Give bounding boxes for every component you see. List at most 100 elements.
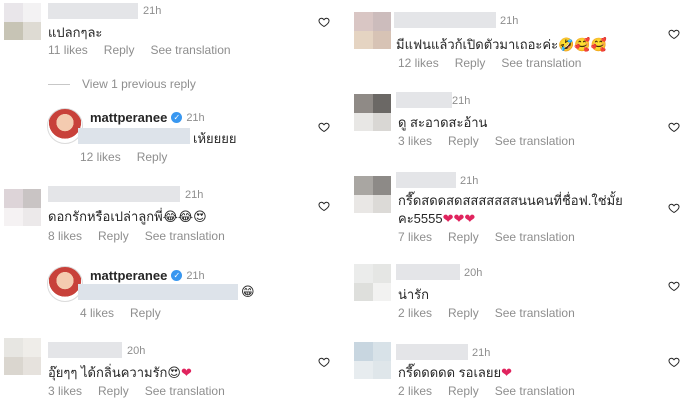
username-blurred[interactable]: [396, 344, 468, 360]
heart-outline-icon[interactable]: [318, 356, 330, 368]
heart-outline-icon[interactable]: [318, 16, 330, 28]
reply-button[interactable]: Reply: [455, 56, 486, 70]
comment-item: 21h มีแฟนแล้วก้เปิดตัวมาเถอะค่ะ🤣🥰🥰 12 li…: [352, 10, 700, 72]
reply-actions: 12 likes Reply: [80, 150, 167, 164]
reply-button[interactable]: Reply: [98, 384, 129, 398]
verified-badge-icon: ✓: [171, 112, 183, 123]
avatar[interactable]: [4, 3, 41, 40]
username-blurred[interactable]: [396, 172, 456, 188]
comment-text: คะ5555❤❤❤: [398, 208, 475, 229]
comment-actions: 2 likes Reply See translation: [398, 306, 575, 320]
heart-outline-icon[interactable]: [668, 280, 680, 292]
comment-time: 21h: [143, 5, 162, 17]
comment-text-line2: คะ5555: [398, 211, 443, 226]
left-comment-column: 21h แปลกๆละ 11 likes Reply See translati…: [0, 0, 345, 402]
username-blurred[interactable]: [394, 12, 496, 28]
avatar[interactable]: [354, 94, 391, 131]
comment-text: แปลกๆละ: [48, 25, 103, 40]
see-translation-link[interactable]: See translation: [501, 56, 581, 70]
verified-badge-icon: ✓: [171, 270, 183, 281]
reply-button[interactable]: Reply: [448, 134, 479, 148]
red-heart-emoji: ❤: [180, 365, 192, 380]
heart-outline-icon[interactable]: [318, 121, 330, 133]
see-translation-link[interactable]: See translation: [145, 384, 225, 398]
reply-text: เห้ยยยย: [193, 131, 237, 146]
reply-time: 21h: [186, 269, 205, 282]
see-translation-link[interactable]: See translation: [145, 229, 225, 243]
likes-count[interactable]: 8 likes: [48, 229, 82, 243]
reply-item: mattperanee ✓ 21h เห้ยยยย 12 likes Reply: [0, 108, 345, 168]
mention-blurred[interactable]: [78, 128, 190, 144]
comment-text: มีแฟนแล้วก้เปิดตัวมาเถอะค่ะ🤣🥰🥰: [396, 37, 607, 52]
comment-text: น่ารัก: [398, 287, 430, 302]
username[interactable]: mattperanee: [90, 110, 167, 125]
reply-button[interactable]: Reply: [104, 43, 135, 57]
username-blurred[interactable]: [396, 264, 460, 280]
see-translation-link[interactable]: See translation: [495, 384, 575, 398]
comment-actions: 7 likes Reply See translation: [398, 230, 575, 244]
likes-count[interactable]: 11 likes: [48, 43, 88, 57]
see-translation-link[interactable]: See translation: [495, 230, 575, 244]
likes-count[interactable]: 2 likes: [398, 306, 432, 320]
comment-item: 21h แปลกๆละ 11 likes Reply See translati…: [0, 0, 345, 60]
comment-text: กรี๊ดดดดด รอเลยย❤: [398, 362, 512, 383]
comment-text: ดอกรักหรือเปล่าลูกพี่😂😂😍: [48, 209, 207, 224]
comment-actions: 8 likes Reply See translation: [48, 229, 225, 243]
heart-outline-icon[interactable]: [668, 356, 680, 368]
see-translation-link[interactable]: See translation: [495, 134, 575, 148]
avatar[interactable]: [354, 264, 391, 301]
comment-actions: 3 likes Reply See translation: [48, 384, 225, 398]
comment-time: 20h: [464, 267, 483, 279]
likes-count[interactable]: 12 likes: [398, 56, 439, 70]
comment-item: 21h ดอกรักหรือเปล่าลูกพี่😂😂😍 8 likes Rep…: [0, 186, 345, 246]
avatar[interactable]: [354, 176, 391, 213]
likes-count[interactable]: 7 likes: [398, 230, 432, 244]
right-comment-column: 21h มีแฟนแล้วก้เปิดตัวมาเถอะค่ะ🤣🥰🥰 12 li…: [352, 0, 700, 402]
avatar[interactable]: [4, 189, 41, 226]
reply-username[interactable]: mattperanee ✓ 21h: [90, 110, 205, 125]
reply-button[interactable]: Reply: [130, 306, 161, 320]
reply-button[interactable]: Reply: [98, 229, 129, 243]
red-heart-emoji: ❤❤❤: [442, 211, 476, 226]
username-blurred[interactable]: [48, 3, 138, 19]
heart-outline-icon[interactable]: [668, 202, 680, 214]
reply-button[interactable]: Reply: [137, 150, 168, 164]
avatar[interactable]: [4, 338, 41, 375]
view-previous-replies[interactable]: View 1 previous reply: [48, 77, 196, 91]
username[interactable]: mattperanee: [90, 268, 167, 283]
reply-time: 21h: [186, 111, 205, 124]
red-heart-emoji: ❤: [501, 365, 513, 380]
mention-blurred[interactable]: [78, 284, 238, 300]
reply-text: 😁: [241, 284, 255, 299]
comment-actions: 3 likes Reply See translation: [398, 134, 575, 148]
reply-actions: 4 likes Reply: [80, 306, 161, 320]
see-translation-link[interactable]: See translation: [495, 306, 575, 320]
heart-outline-icon[interactable]: [668, 121, 680, 133]
comment-actions: 12 likes Reply See translation: [398, 56, 581, 70]
comment-item: 20h น่ารัก 2 likes Reply See translation: [352, 264, 700, 324]
comment-text-content: กรี๊ดดดดด รอเลยย: [398, 365, 502, 380]
reply-item: mattperanee ✓ 21h 😁 4 likes Reply: [0, 266, 345, 322]
avatar[interactable]: [354, 342, 391, 379]
username-blurred[interactable]: [48, 342, 122, 358]
likes-count[interactable]: 12 likes: [80, 150, 121, 164]
reply-button[interactable]: Reply: [448, 306, 479, 320]
reply-button[interactable]: Reply: [448, 230, 479, 244]
view-replies-label: View 1 previous reply: [82, 77, 196, 91]
likes-count[interactable]: 3 likes: [48, 384, 82, 398]
comment-text-content: อุ๊ยๆๆ ได้กลิ่นความรัก😍: [48, 365, 181, 380]
see-translation-link[interactable]: See translation: [150, 43, 230, 57]
likes-count[interactable]: 3 likes: [398, 134, 432, 148]
username-blurred[interactable]: [48, 186, 180, 202]
heart-outline-icon[interactable]: [318, 200, 330, 212]
heart-outline-icon[interactable]: [668, 28, 680, 40]
likes-count[interactable]: 2 likes: [398, 384, 432, 398]
likes-count[interactable]: 4 likes: [80, 306, 114, 320]
reply-username[interactable]: mattperanee ✓ 21h: [90, 268, 205, 283]
reply-button[interactable]: Reply: [448, 384, 479, 398]
username-blurred[interactable]: [396, 92, 452, 108]
comment-time: 21h: [452, 95, 471, 107]
divider-line: [48, 83, 70, 85]
avatar[interactable]: [354, 12, 391, 49]
comment-time: 20h: [127, 345, 146, 357]
